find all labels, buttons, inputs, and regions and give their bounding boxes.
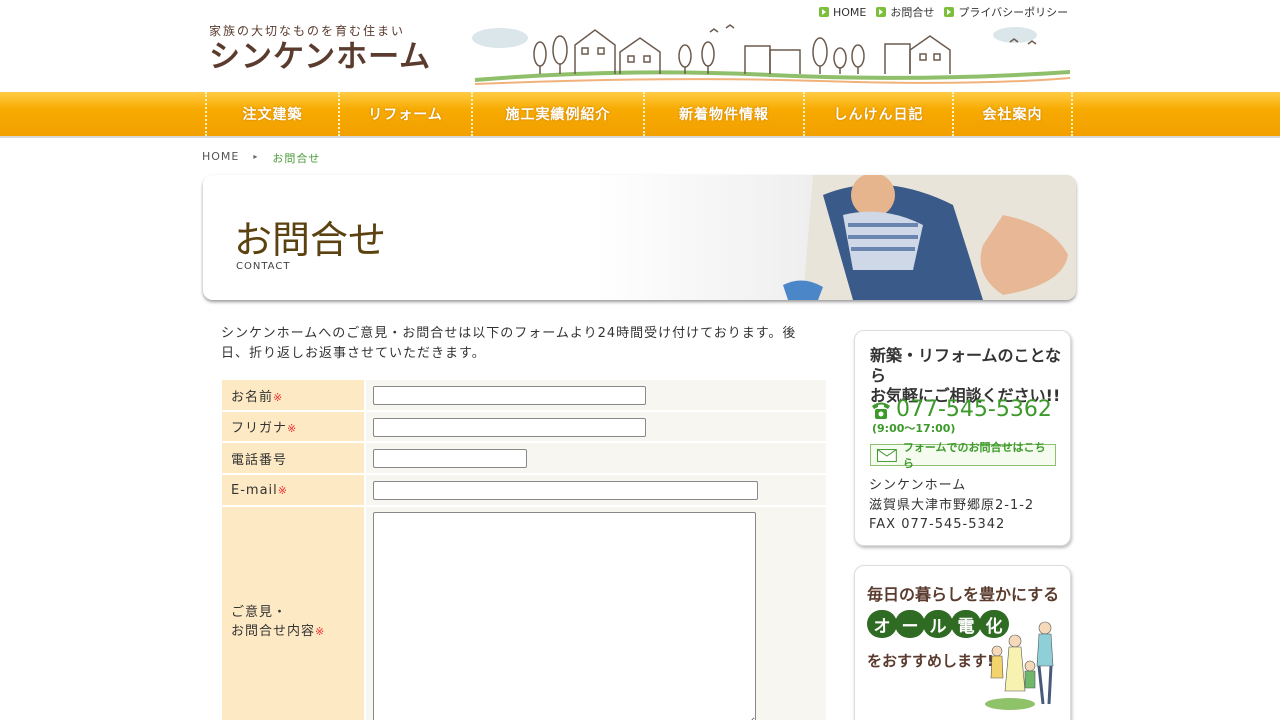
page-hero: お問合せ CONTACT xyxy=(203,175,1076,300)
nav-diary[interactable]: しんけん日記 xyxy=(803,92,952,136)
nav-works[interactable]: 施工実績例紹介 xyxy=(471,92,643,136)
top-link-contact[interactable]: お問合せ xyxy=(876,4,934,20)
hero-photo xyxy=(783,175,1076,300)
top-link-privacy[interactable]: プライバシーポリシー xyxy=(944,4,1068,20)
form-contact-button[interactable]: フォームでのお問合せはこちら xyxy=(870,441,1056,470)
arrow-icon xyxy=(944,7,955,17)
breadcrumb-current: お問合せ xyxy=(272,152,321,165)
phone-number: 077-545-5362 xyxy=(870,397,1052,422)
main-nav: 注文建築 リフォーム 施工実績例紹介 新着物件情報 しんけん日記 会社案内 xyxy=(0,92,1280,138)
sidebar-contact-box: 新築・リフォームのことなら お気軽にご相談ください!! 077-545-5362… xyxy=(854,330,1071,546)
breadcrumb-arrow-icon: ▸ xyxy=(253,152,259,161)
mail-icon xyxy=(877,448,897,462)
page-title: お問合せ xyxy=(234,218,387,262)
banner-line3: をおすすめします! xyxy=(867,652,994,670)
family-illustration xyxy=(985,621,1054,710)
all-electric-banner[interactable]: 毎日の暮らしを豊かにする オール電化 をおすすめします! xyxy=(854,565,1071,720)
required-mark: ※ xyxy=(273,390,284,404)
required-mark: ※ xyxy=(287,422,298,435)
nav-reform[interactable]: リフォーム xyxy=(338,92,471,136)
breadcrumb-home[interactable]: HOME xyxy=(202,150,239,166)
kana-input[interactable] xyxy=(373,417,646,437)
logo-name: シンケンホーム xyxy=(209,39,432,75)
nav-custom-build[interactable]: 注文建築 xyxy=(205,92,338,136)
required-mark: ※ xyxy=(277,483,288,497)
email-label: E-mail※ xyxy=(222,475,364,505)
site-logo[interactable]: 家族の大切なものを育む住まい シンケンホーム xyxy=(209,22,434,75)
page-subtitle: CONTACT xyxy=(236,261,291,272)
tel-label: 電話番号 xyxy=(222,443,364,473)
arrow-icon xyxy=(819,7,829,17)
banner-line1: 毎日の暮らしを豊かにする xyxy=(867,585,1060,604)
logo-tagline: 家族の大切なものを育む住まい xyxy=(209,24,406,38)
name-input[interactable] xyxy=(373,386,646,406)
email-input[interactable] xyxy=(373,481,758,501)
kana-label: フリガナ※ xyxy=(222,412,364,441)
phone-icon xyxy=(872,402,890,419)
message-label: ご意見・ お問合せ内容※ xyxy=(222,507,364,720)
nav-new-properties[interactable]: 新着物件情報 xyxy=(643,92,803,136)
message-textarea[interactable] xyxy=(373,512,756,720)
town-illustration xyxy=(472,24,1070,85)
header-links: HOME お問合せ プライバシーポリシー xyxy=(819,4,1068,20)
breadcrumb: HOME ▸ お問合せ xyxy=(202,150,320,166)
name-label: お名前※ xyxy=(222,380,364,410)
business-hours: (9:00〜17:00) xyxy=(872,422,956,435)
nav-company[interactable]: 会社案内 xyxy=(952,92,1073,136)
intro-text: シンケンホームへのご意見・お問合せは以下のフォームより24時間受け付けております… xyxy=(221,326,797,361)
contact-form: お名前※ フリガナ※ 電話番号 E-mail※ ご意見・ お問合せ内容※ xyxy=(222,378,826,720)
arrow-icon xyxy=(876,7,887,17)
required-mark: ※ xyxy=(315,625,326,638)
tel-input[interactable] xyxy=(373,449,527,469)
top-link-home[interactable]: HOME xyxy=(819,4,866,20)
company-address: シンケンホーム 滋賀県大津市野郷原2-1-2 FAX 077-545-5342 xyxy=(869,478,1035,532)
